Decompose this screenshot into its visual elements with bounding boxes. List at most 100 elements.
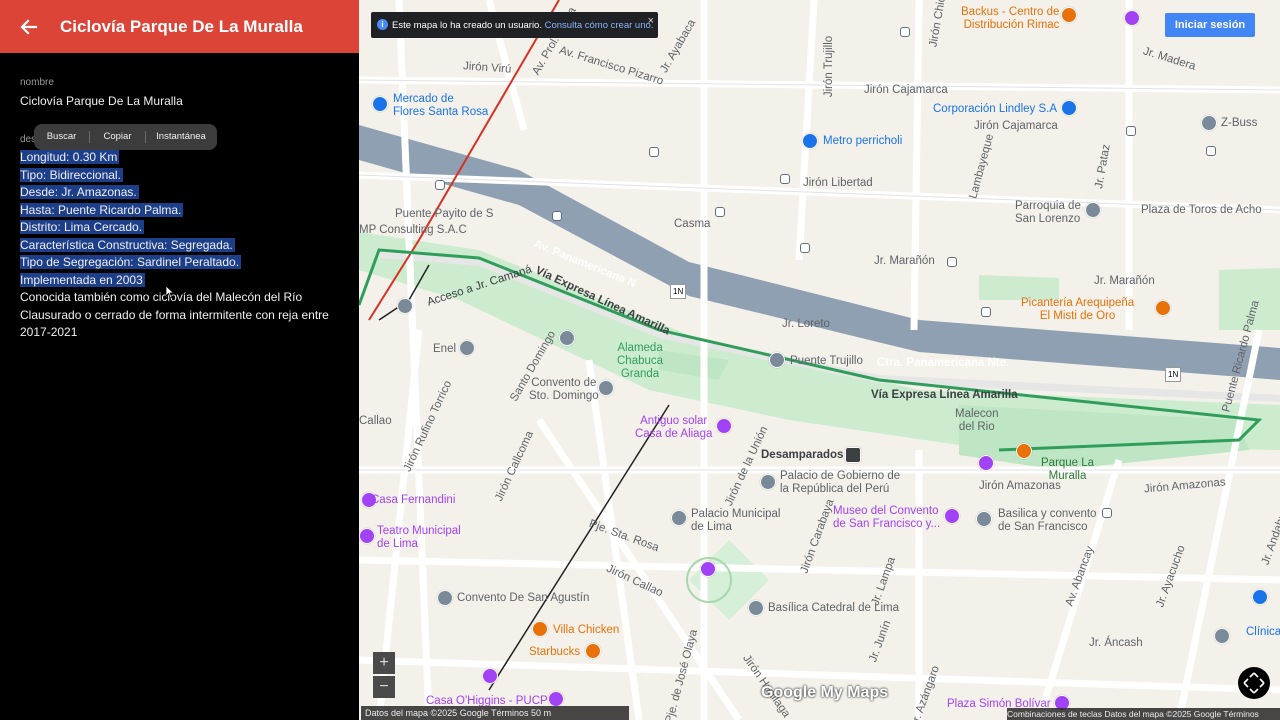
page-title: Ciclovía Parque De La Muralla — [60, 17, 303, 36]
bus-stop-icon[interactable] — [900, 27, 910, 37]
museum-pin-icon[interactable] — [944, 508, 960, 524]
poi-label[interactable]: Museo del Convento de San Francisco y... — [833, 505, 940, 531]
bus-stop-icon[interactable] — [435, 180, 445, 190]
poi-label[interactable]: Clínica — [1246, 626, 1280, 639]
poi-label[interactable]: Convento de Sto. Domingo — [529, 377, 599, 403]
poi-label[interactable]: Mercado de Flores Santa Rosa — [393, 93, 488, 119]
map-attribution[interactable]: Datos del mapa ©2025 Google Términos 50 … — [361, 706, 629, 720]
bridge-pin-icon[interactable] — [769, 352, 785, 368]
snapshot-menu-item[interactable]: Instantánea — [146, 124, 216, 150]
poi-label[interactable]: Parroquia de San Lorenzo — [1015, 200, 1081, 226]
bus-stop-icon[interactable] — [800, 243, 810, 253]
notice-text: Este mapa lo ha creado un usuario. — [392, 20, 542, 31]
park-pin-icon[interactable] — [978, 455, 994, 471]
poi-label[interactable]: Basilica y convento de San Francisco — [998, 508, 1096, 534]
notice-link[interactable]: Consulta cómo crear uno. — [545, 20, 654, 31]
poi-label[interactable]: Teatro Municipal de Lima — [377, 525, 461, 551]
landmark-pin-icon[interactable] — [1214, 628, 1230, 644]
zoom-in-button[interactable]: + — [373, 652, 395, 674]
selected-text: Tipo de Segregación: Sardinel Peraltado. — [20, 255, 242, 269]
hospital-pin-icon[interactable] — [1252, 589, 1268, 605]
museum-pin-icon[interactable] — [482, 668, 498, 684]
poi-label[interactable]: Convento De San Agustín — [457, 592, 589, 605]
selected-text: Hasta: Puente Ricardo Palma. — [20, 202, 184, 217]
description-line: 2017-2021 — [20, 324, 340, 342]
poi-label[interactable]: Parque La Muralla — [1041, 457, 1094, 483]
search-menu-item[interactable]: Buscar — [34, 124, 89, 150]
church-pin-icon[interactable] — [1085, 202, 1101, 218]
poi-label[interactable]: Desamparados — [761, 449, 843, 462]
poi-label[interactable]: Malecon del Rio — [955, 408, 998, 434]
bus-stop-icon[interactable] — [1206, 146, 1216, 156]
poi-label[interactable]: Enel — [433, 343, 456, 356]
bus-stop-icon[interactable] — [649, 147, 659, 157]
map-canvas[interactable]: 1N 1N Jirón Virú Av. Prol. Tacna Av. Fra… — [359, 0, 1280, 720]
close-icon[interactable]: × — [648, 15, 654, 27]
selected-text: Desde: Jr. Amazonas. — [20, 185, 139, 199]
poi-label: Puente Payito de S — [395, 208, 494, 220]
landmark-pin-icon[interactable] — [716, 418, 732, 434]
bus-stop-icon[interactable] — [1102, 508, 1112, 518]
museum-pin-icon[interactable] — [598, 380, 614, 396]
government-pin-icon[interactable] — [671, 510, 687, 526]
poi-label[interactable]: Z-Buss — [1221, 117, 1257, 130]
poi-label[interactable]: Puente Trujillo — [790, 355, 863, 368]
info-icon: i — [377, 19, 388, 30]
name-value[interactable]: Ciclovía Parque De La Muralla — [20, 94, 183, 108]
restaurant-pin-icon[interactable] — [532, 621, 548, 637]
restaurant-pin-icon[interactable] — [1016, 443, 1032, 459]
poi-label[interactable]: Picantería Arequipeña El Misti de Oro — [1021, 297, 1134, 323]
poi-label[interactable]: Casa Fernandini — [371, 494, 455, 507]
museum-pin-icon[interactable] — [548, 691, 564, 707]
arrow-back-icon — [20, 19, 38, 35]
description-text[interactable]: Longitud: 0.30 Km Tipo: Bidireccional. Des… — [20, 149, 340, 342]
bus-stop-icon[interactable] — [715, 207, 725, 217]
poi-label[interactable]: Villa Chicken — [553, 624, 619, 637]
poi-label[interactable]: Alameda Chabuca Granda — [617, 342, 663, 381]
landmark-pin-icon[interactable] — [700, 561, 716, 577]
church-pin-icon[interactable] — [748, 600, 764, 616]
fullscreen-button[interactable] — [1238, 667, 1270, 699]
zoom-out-button[interactable]: − — [373, 676, 395, 698]
bus-stop-icon[interactable] — [947, 257, 957, 267]
poi-label[interactable]: Palacio de Gobierno de la República del … — [780, 470, 900, 496]
train-station-icon[interactable] — [845, 447, 861, 463]
poi-label[interactable]: Palacio Municipal de Lima — [691, 508, 781, 534]
copy-menu-item[interactable]: Copiar — [90, 124, 145, 150]
shopping-pin-icon[interactable] — [372, 96, 388, 112]
poi-label[interactable]: Antiguo solar Casa de Aliaga — [635, 415, 712, 441]
street-label: Jr. Áncash — [1089, 637, 1143, 649]
bus-stop-icon[interactable] — [780, 174, 790, 184]
landmark-pin-icon[interactable] — [397, 298, 413, 314]
church-pin-icon[interactable] — [976, 511, 992, 527]
museum-pin-icon[interactable] — [459, 340, 475, 356]
description-line: Distrito: Lima Cercado. — [20, 219, 340, 237]
map-attribution-right[interactable]: Combinaciones de teclas Datos del mapa ©… — [1007, 708, 1280, 720]
back-button[interactable] — [14, 12, 44, 42]
church-pin-icon[interactable] — [437, 590, 453, 606]
poi-label[interactable]: Basílica Catedral de Lima — [768, 602, 899, 615]
bus-stop-icon[interactable] — [552, 211, 562, 221]
cafe-pin-icon[interactable] — [585, 643, 601, 659]
restaurant-pin-icon[interactable] — [1155, 300, 1171, 316]
shopping-pin-icon[interactable] — [802, 133, 818, 149]
bus-stop-icon[interactable] — [981, 307, 991, 317]
theater-pin-icon[interactable] — [359, 528, 375, 544]
landmark-pin-icon[interactable] — [1124, 10, 1140, 26]
poi-label[interactable]: Corporación Lindley S.A — [933, 103, 1057, 116]
poi-label[interactable]: Backus - Centro de Distribución Rimac — [961, 6, 1059, 32]
restaurant-pin-icon[interactable] — [1061, 7, 1077, 23]
poi-label[interactable]: Plaza de Toros de Acho — [1141, 204, 1262, 217]
selected-text: Distrito: Lima Cercado. — [20, 220, 145, 234]
poi-label[interactable]: Metro perricholi — [823, 135, 902, 148]
sign-in-button[interactable]: Iniciar sesión — [1165, 13, 1255, 37]
landmark-pin-icon[interactable] — [559, 330, 575, 346]
poi-label[interactable]: Starbucks — [529, 646, 580, 659]
description-line: Longitud: 0.30 Km — [20, 149, 340, 167]
text-selection-menu: Buscar Copiar Instantánea — [34, 124, 217, 150]
transit-pin-icon[interactable] — [1201, 115, 1217, 131]
government-pin-icon[interactable] — [760, 474, 776, 490]
bus-stop-icon[interactable] — [1126, 126, 1136, 136]
business-pin-icon[interactable] — [1061, 100, 1077, 116]
street-label: Jr. Marañón — [1094, 275, 1155, 287]
